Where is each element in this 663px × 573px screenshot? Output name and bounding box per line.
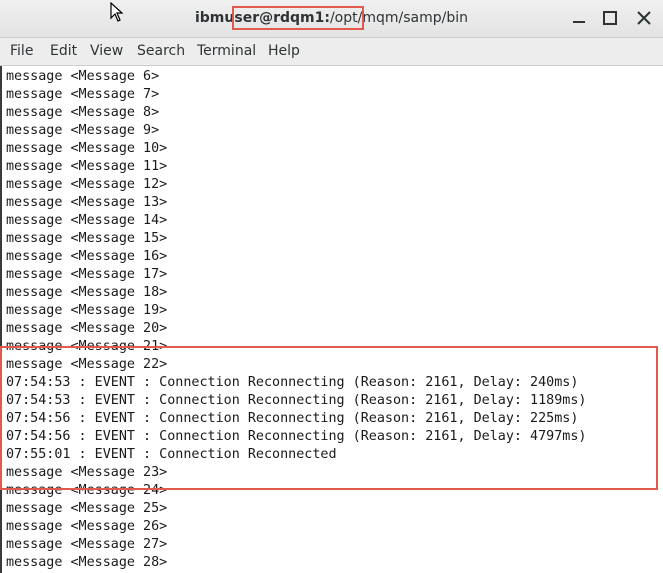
minimize-icon[interactable] <box>570 9 588 27</box>
terminal-line: message <Message 12> <box>6 177 168 192</box>
title-highlight-box <box>232 6 364 30</box>
terminal-line: message <Message 18> <box>6 285 168 300</box>
terminal-line: message <Message 9> <box>6 123 160 138</box>
terminal-line: message <Message 11> <box>6 159 168 174</box>
terminal-line: message <Message 13> <box>6 195 168 210</box>
menu-view[interactable]: View <box>90 43 123 59</box>
terminal-line: message <Message 26> <box>6 519 168 534</box>
terminal-line: message <Message 27> <box>6 537 168 552</box>
terminal-output[interactable]: message <Message 6> message <Message 7> … <box>0 66 663 573</box>
menu-bar: File Edit View Search Terminal Help <box>0 38 663 66</box>
menu-search[interactable]: Search <box>137 43 185 59</box>
menu-file[interactable]: File <box>10 43 33 59</box>
terminal-line: message <Message 20> <box>6 321 168 336</box>
terminal-line: message <Message 6> <box>6 69 160 84</box>
close-icon[interactable] <box>635 9 653 27</box>
menu-help[interactable]: Help <box>268 43 300 59</box>
terminal-line: message <Message 28> <box>6 555 168 570</box>
terminal-line: message <Message 17> <box>6 267 168 282</box>
terminal-line: message <Message 15> <box>6 231 168 246</box>
menu-terminal[interactable]: Terminal <box>197 43 256 59</box>
terminal-line: message <Message 25> <box>6 501 168 516</box>
terminal-line: message <Message 7> <box>6 87 160 102</box>
title-bar[interactable]: ibmuser@rdqm1:/opt/mqm/samp/bin <box>0 0 663 38</box>
event-highlight-box <box>0 346 658 490</box>
terminal-line: message <Message 16> <box>6 249 168 264</box>
terminal-line: message <Message 19> <box>6 303 168 318</box>
terminal-line: message <Message 10> <box>6 141 168 156</box>
terminal-line: message <Message 14> <box>6 213 168 228</box>
menu-edit[interactable]: Edit <box>50 43 77 59</box>
maximize-icon[interactable] <box>601 9 619 27</box>
terminal-line: message <Message 8> <box>6 105 160 120</box>
